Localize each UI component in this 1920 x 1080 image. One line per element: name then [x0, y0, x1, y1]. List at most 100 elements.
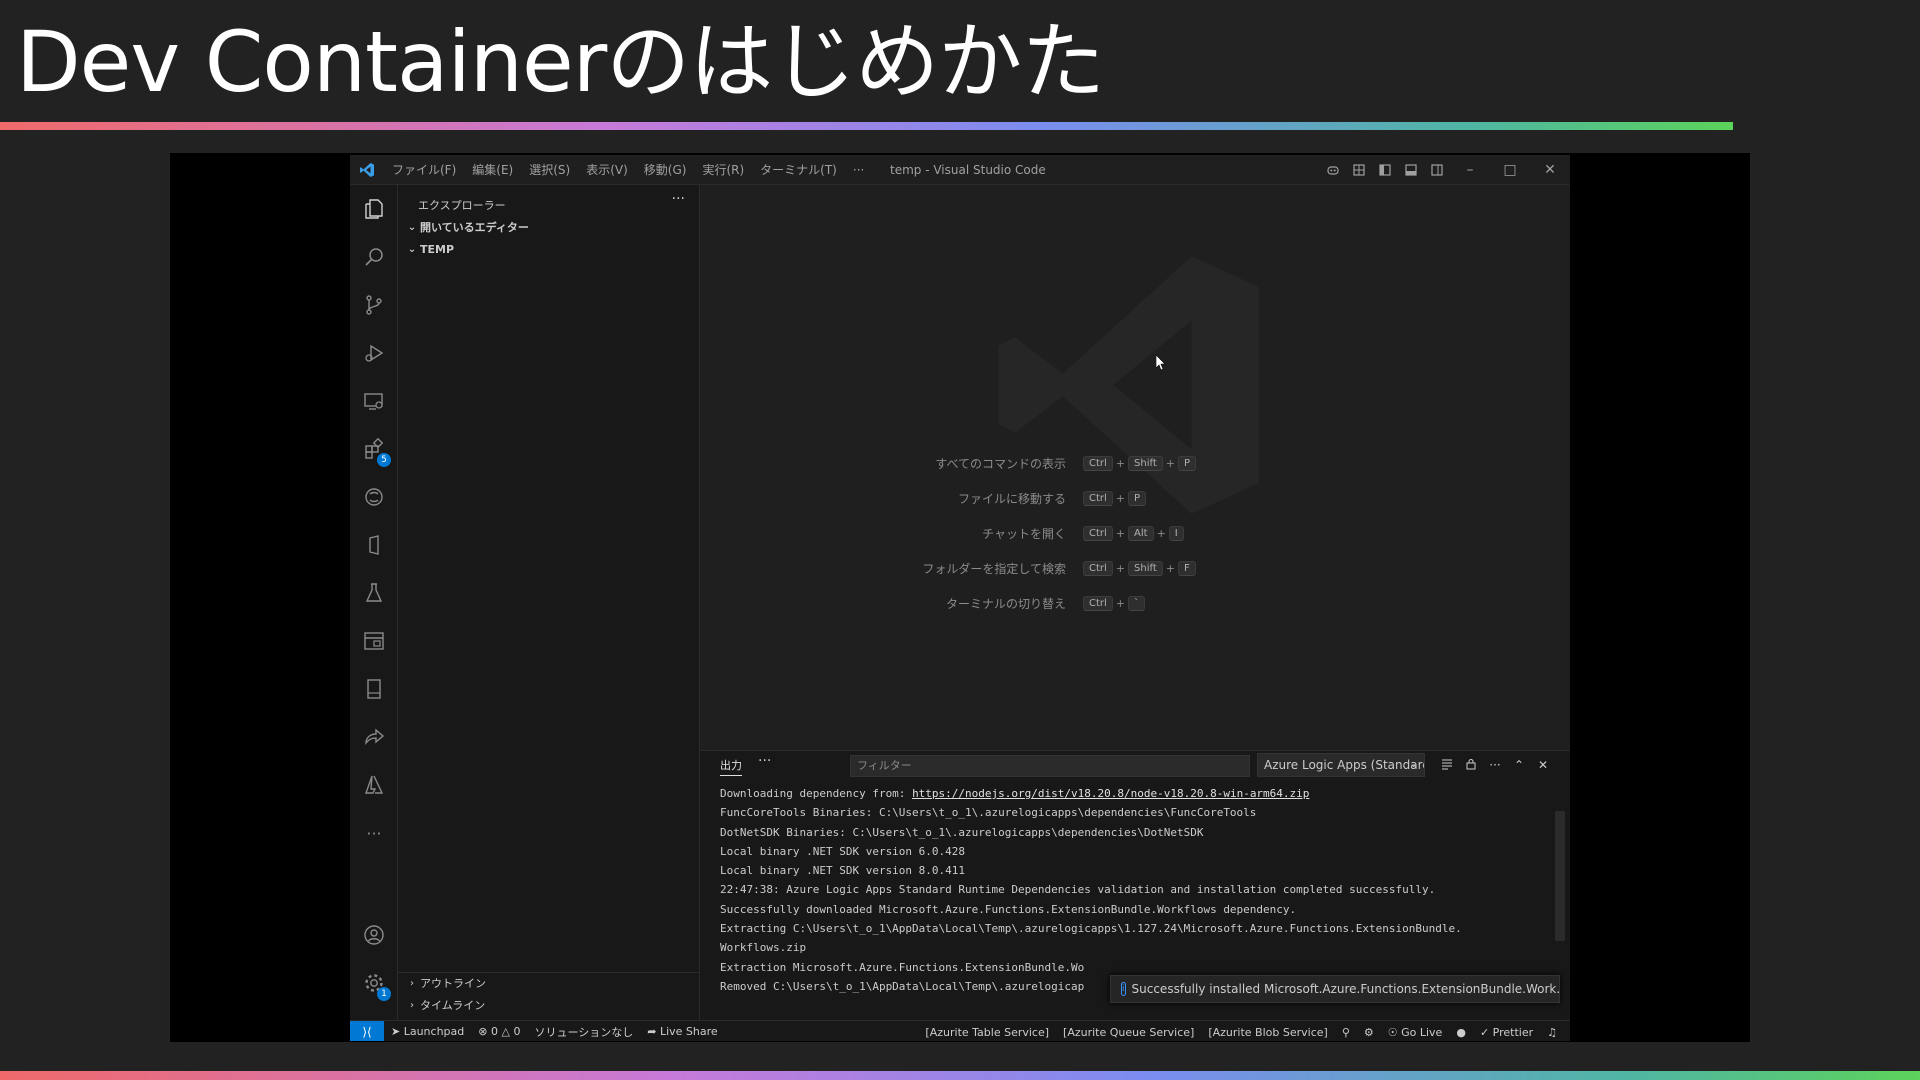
broadcast-icon: ☉ — [1387, 1025, 1402, 1039]
explorer-more-button[interactable]: ··· — [672, 191, 685, 207]
source-control-icon[interactable] — [350, 285, 398, 325]
chevron-down-icon: ⌄ — [1409, 759, 1418, 770]
menu-more[interactable]: ··· — [845, 163, 872, 177]
log-line: Downloading dependency from: https://nod… — [720, 787, 1310, 800]
log-line: DotNetSDK Binaries: C:\Users\t_o_1\.azur… — [720, 825, 1204, 839]
activity-bar: 5 ··· 1 — [350, 185, 398, 1020]
log-line: Local binary .NET SDK version 8.0.411 — [720, 864, 966, 878]
toast-message: Successfully installed Microsoft.Azure.F… — [1131, 982, 1560, 996]
shortcut-show-commands: すべてのコマンドの表示 Ctrl + Shift + P — [880, 451, 1199, 475]
menu-go[interactable]: 移動(G) — [636, 161, 695, 178]
menu-terminal[interactable]: ターミナル(T) — [752, 161, 845, 178]
chevron-down-icon: ⌄ — [407, 244, 417, 255]
status-bar: ⟩⟨ ➤ Launchpad ⊗ 0 △ 0 ソリューションなし ➦ Live … — [350, 1020, 1570, 1041]
open-editors-section[interactable]: ⌄ 開いているエディター — [404, 218, 529, 238]
menu-run[interactable]: 実行(R) — [694, 161, 752, 178]
maximize-panel-icon[interactable]: ⌃ — [1507, 758, 1531, 772]
live-share-icon[interactable] — [350, 717, 398, 757]
notification-toast[interactable]: i Successfully installed Microsoft.Azure… — [1110, 975, 1560, 1003]
log-line: Successfully downloaded Microsoft.Azure.… — [720, 902, 1297, 916]
download-link[interactable]: https://nodejs.org/dist/v18.20.8/node-v1… — [912, 787, 1309, 800]
status-right: [Azurite Table Service] [Azurite Queue S… — [918, 1021, 1564, 1041]
close-icon[interactable]: ✕ — [1530, 155, 1570, 185]
solution-status[interactable]: ソリューションなし — [527, 1024, 640, 1040]
azurite-table-button[interactable]: [Azurite Table Service] — [918, 1026, 1056, 1039]
extensions-badge: 5 — [377, 453, 391, 467]
timeline-section[interactable]: › タイムライン — [404, 996, 485, 1016]
go-live-button[interactable]: ☉ Go Live — [1381, 1026, 1450, 1039]
explorer-icon[interactable] — [350, 189, 398, 229]
copilot-status-icon[interactable]: ⚙ — [1357, 1026, 1381, 1039]
maximize-icon[interactable]: □ — [1490, 155, 1530, 185]
menu-selection[interactable]: 選択(S) — [521, 161, 578, 178]
search-icon[interactable] — [350, 237, 398, 277]
panel-menu-icon[interactable]: ··· — [1483, 758, 1507, 772]
bottom-gradient-line — [0, 1071, 1920, 1080]
output-log: Downloading dependency from: https://nod… — [720, 784, 1550, 996]
log-line: FuncCoreTools Binaries: C:\Users\t_o_1\.… — [720, 806, 1257, 820]
extensions-icon[interactable]: 5 — [350, 429, 398, 469]
manage-gear-icon[interactable]: 1 — [350, 963, 398, 1003]
problems-button[interactable]: ⊗ 0 △ 0 — [471, 1025, 527, 1038]
toggle-sidebar-icon[interactable] — [1372, 155, 1398, 185]
notifications-bell-icon[interactable]: ♫ — [1540, 1026, 1564, 1039]
log-line: Workflows.zip — [720, 941, 807, 955]
lock-icon[interactable] — [1459, 758, 1483, 773]
rocket-icon: ➤ — [391, 1025, 404, 1038]
title-controls: – □ ✕ — [1320, 155, 1570, 185]
minimize-icon[interactable]: – — [1450, 155, 1490, 185]
toggle-panel-icon[interactable] — [1398, 155, 1424, 185]
chevron-right-icon: › — [410, 978, 414, 989]
more-views-icon[interactable]: ··· — [350, 813, 398, 853]
zoom-icon[interactable]: ⚲ — [1335, 1026, 1357, 1039]
info-icon: i — [1121, 982, 1126, 996]
azurite-blob-button[interactable]: [Azurite Blob Service] — [1201, 1026, 1334, 1039]
feedback-icon[interactable]: ● — [1449, 1026, 1473, 1039]
copilot-icon[interactable] — [1320, 155, 1346, 185]
menu-view[interactable]: 表示(V) — [578, 161, 636, 178]
output-scrollbar[interactable] — [1555, 811, 1565, 941]
word-wrap-icon[interactable] — [1435, 758, 1459, 773]
layout-customize-icon[interactable] — [1346, 155, 1372, 185]
live-share-button[interactable]: ➦ Live Share — [640, 1025, 724, 1038]
outline-section[interactable]: › アウトライン — [404, 974, 486, 994]
timeline-label: タイムライン — [420, 999, 486, 1012]
docker-icon[interactable] — [350, 621, 398, 661]
editor-area[interactable]: すべてのコマンドの表示 Ctrl + Shift + P ファイルに移動する Ctr… — [700, 185, 1570, 750]
azure-resources-icon[interactable] — [350, 525, 398, 565]
shortcut-open-chat: チャットを開く Ctrl + Alt + I — [880, 521, 1187, 545]
log-line: 22:47:38: Azure Logic Apps Standard Runt… — [720, 883, 1436, 897]
bookmark-icon[interactable] — [350, 669, 398, 709]
chevron-down-icon: ⌄ — [407, 222, 417, 233]
run-debug-icon[interactable] — [350, 333, 398, 373]
warning-icon: △ — [501, 1025, 514, 1038]
log-line: Extracting C:\Users\t_o_1\AppData\Local\… — [720, 922, 1462, 936]
panel-actions: ··· ⌃ ✕ — [1435, 753, 1555, 777]
vscode-logo-icon — [350, 155, 384, 185]
kubernetes-icon[interactable] — [350, 477, 398, 517]
filter-input[interactable]: フィルター — [850, 755, 1250, 777]
slide-title: Dev Containerのはじめかた — [16, 13, 1105, 111]
menu-file[interactable]: ファイル(F) — [384, 161, 464, 178]
azurite-queue-button[interactable]: [Azurite Queue Service] — [1056, 1026, 1201, 1039]
outline-label: アウトライン — [420, 977, 486, 990]
testing-icon[interactable] — [350, 573, 398, 613]
menu-edit[interactable]: 編集(E) — [464, 161, 521, 178]
remote-explorer-icon[interactable] — [350, 381, 398, 421]
tab-output[interactable]: 出力 — [720, 757, 742, 776]
remote-indicator-icon[interactable]: ⟩⟨ — [350, 1020, 384, 1041]
section-divider — [398, 972, 700, 973]
prettier-button[interactable]: ✓ Prettier — [1473, 1026, 1540, 1039]
close-panel-icon[interactable]: ✕ — [1531, 758, 1555, 772]
panel-more-button[interactable]: ··· — [758, 753, 771, 769]
open-editors-label: 開いているエディター — [420, 221, 529, 234]
output-channel-select[interactable]: Azure Logic Apps (Standard) ⌄ — [1257, 753, 1425, 777]
launchpad-button[interactable]: ➤ Launchpad — [384, 1025, 471, 1038]
error-icon: ⊗ — [478, 1025, 491, 1038]
azure-icon[interactable] — [350, 765, 398, 805]
log-line: Local binary .NET SDK version 6.0.428 — [720, 844, 966, 858]
chevron-right-icon: › — [410, 1000, 414, 1011]
accounts-icon[interactable] — [350, 915, 398, 955]
toggle-secondary-sidebar-icon[interactable] — [1424, 155, 1450, 185]
folder-temp-section[interactable]: ⌄ TEMP — [404, 240, 454, 260]
